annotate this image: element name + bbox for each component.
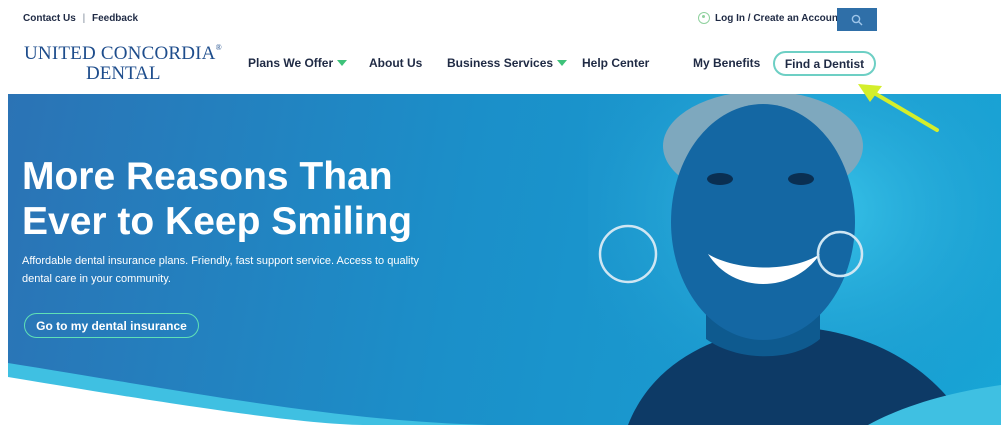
search-icon [851, 14, 863, 25]
nav-plans-we-offer[interactable]: Plans We Offer [248, 56, 348, 70]
nav-my-benefits[interactable]: My Benefits [693, 56, 760, 70]
annotation-arrow [858, 84, 939, 132]
brand-logo[interactable]: UNITED CONCORDIA® DENTAL [24, 43, 222, 85]
nav-business-services[interactable]: Business Services [447, 56, 568, 70]
hero-wave [8, 363, 1001, 425]
nav-label: About Us [369, 56, 423, 70]
utility-bar: Contact Us | Feedback Log In / Create an… [0, 0, 1001, 32]
hero-title: More Reasons Than Ever to Keep Smiling [22, 155, 413, 243]
hero-banner: More Reasons Than Ever to Keep Smiling A… [8, 94, 1001, 425]
nav-help-center[interactable]: Help Center [582, 56, 649, 70]
brand-line2: DENTAL [86, 63, 161, 84]
brand-line1: UNITED CONCORDIA® [24, 43, 222, 64]
login-label: Log In / Create an Account [715, 12, 842, 24]
user-icon [698, 12, 710, 24]
search-button[interactable] [837, 8, 877, 31]
utility-links: Contact Us | Feedback [23, 13, 138, 24]
nav-label: Help Center [582, 56, 650, 70]
chevron-down-icon [557, 60, 568, 66]
hero-subtitle: Affordable dental insurance plans. Frien… [22, 255, 420, 285]
nav-label: Plans We Offer [248, 56, 334, 70]
nav-about-us[interactable]: About Us [369, 56, 422, 70]
chevron-down-icon [337, 60, 348, 66]
login-link[interactable]: Log In / Create an Account [698, 12, 841, 24]
contact-us-link[interactable]: Contact Us [23, 13, 76, 24]
utility-separator: | [82, 13, 86, 24]
nav-label: Business Services [447, 56, 554, 70]
go-to-dental-insurance-button[interactable]: Go to my dental insurance [24, 313, 199, 338]
find-a-dentist-button[interactable]: Find a Dentist [773, 51, 876, 76]
nav-label: My Benefits [693, 56, 761, 70]
feedback-link[interactable]: Feedback [92, 13, 138, 24]
